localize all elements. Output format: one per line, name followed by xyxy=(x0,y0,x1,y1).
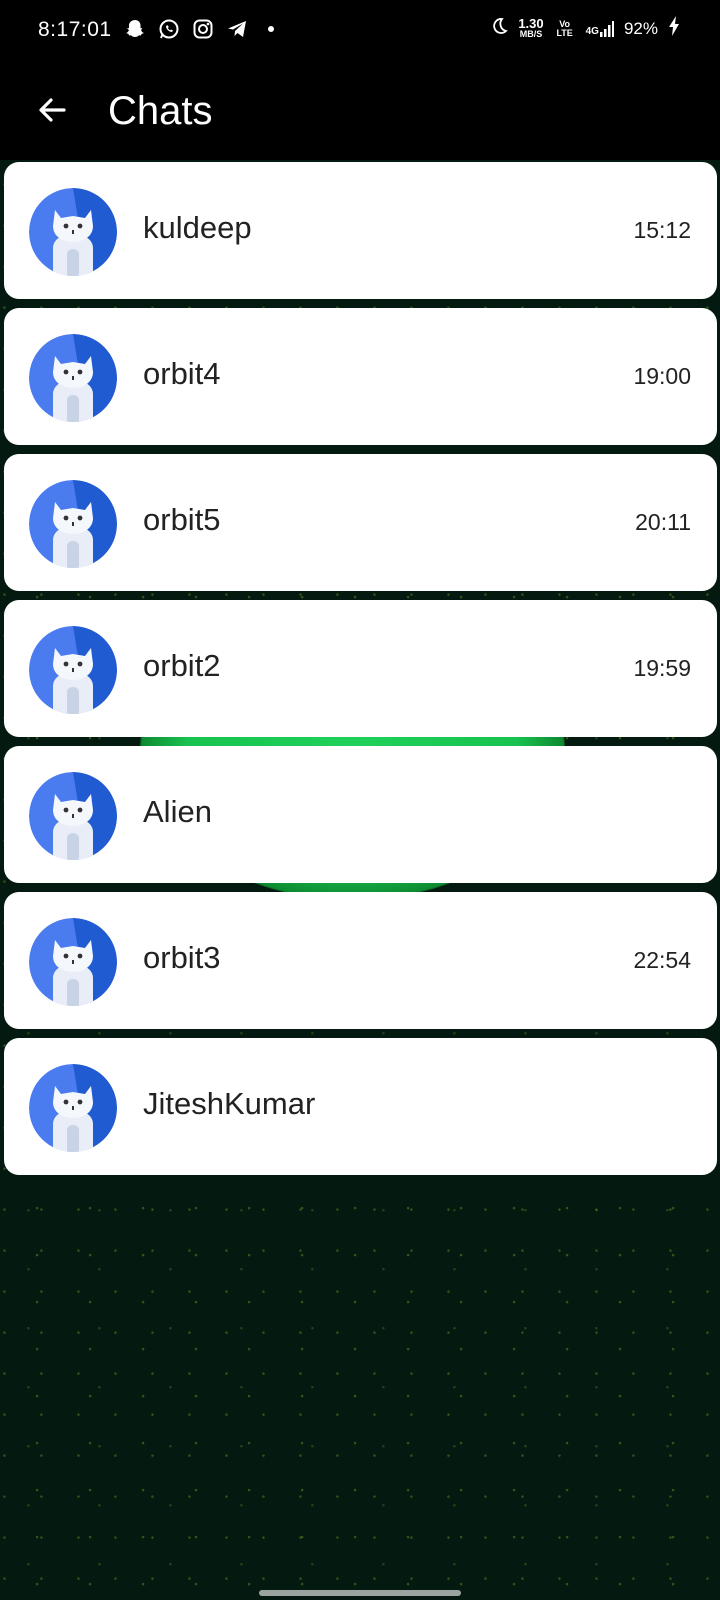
whatsapp-icon xyxy=(158,18,180,40)
chat-name: JiteshKumar xyxy=(143,1086,316,1121)
notification-icons xyxy=(124,18,282,40)
status-time: 8:17:01 xyxy=(38,18,112,41)
arrow-left-icon xyxy=(36,94,68,131)
chat-item[interactable]: orbit3 22:54 xyxy=(4,892,717,1029)
page-title: Chats xyxy=(108,89,213,133)
status-bar: 8:17:01 1.30 MB/S Vo LTE 4G 92% xyxy=(0,0,720,64)
chat-time: 15:12 xyxy=(633,217,691,243)
snapchat-icon xyxy=(124,18,146,40)
chat-item[interactable]: JiteshKumar xyxy=(4,1038,717,1175)
avatar xyxy=(29,1064,117,1152)
net-speed-value: 1.30 xyxy=(518,15,544,31)
chat-item[interactable]: orbit2 19:59 xyxy=(4,600,717,737)
avatar xyxy=(29,918,117,1006)
moon-icon xyxy=(490,17,509,40)
wifi-signal-icon: 4G xyxy=(585,20,614,37)
battery-percent: 92% xyxy=(623,18,658,38)
volte-badge: Vo LTE xyxy=(556,18,573,38)
chat-item[interactable]: kuldeep 15:12 xyxy=(4,162,717,299)
chat-name: orbit3 xyxy=(143,940,221,975)
avatar xyxy=(29,626,117,714)
chat-item[interactable]: orbit5 20:11 xyxy=(4,454,717,591)
system-status: 1.30 MB/S Vo LTE 4G 92% xyxy=(490,16,680,41)
chat-item[interactable]: Alien xyxy=(4,746,717,883)
dot-icon xyxy=(260,18,282,40)
chat-name: Alien xyxy=(143,794,212,829)
avatar xyxy=(29,480,117,568)
net-speed-unit: MB/S xyxy=(519,28,543,39)
chat-time: 22:54 xyxy=(633,947,691,973)
chat-name: orbit5 xyxy=(143,502,221,537)
chat-name: kuldeep xyxy=(143,210,252,245)
signal-type: 4G xyxy=(585,25,599,37)
chat-name: orbit2 xyxy=(143,648,221,683)
chat-name: orbit4 xyxy=(143,356,221,391)
avatar xyxy=(29,334,117,422)
chat-time: 20:11 xyxy=(635,509,691,535)
instagram-icon xyxy=(192,18,214,40)
chat-item[interactable]: orbit4 19:00 xyxy=(4,308,717,445)
battery-charging-icon xyxy=(668,16,680,41)
chat-time: 19:59 xyxy=(633,655,691,681)
net-speed: 1.30 MB/S xyxy=(518,15,544,40)
app-header: Chats xyxy=(0,64,720,160)
chat-time: 19:00 xyxy=(633,363,691,389)
avatar xyxy=(29,772,117,860)
avatar xyxy=(29,188,117,276)
back-button[interactable] xyxy=(28,88,76,136)
telegram-icon xyxy=(226,18,248,40)
home-indicator[interactable] xyxy=(259,1590,461,1596)
